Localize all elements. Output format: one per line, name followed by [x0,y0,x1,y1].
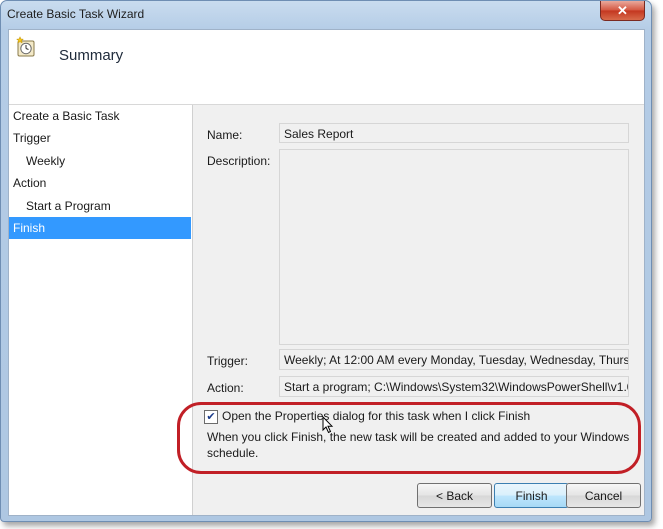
description-field[interactable] [279,149,629,345]
action-field[interactable]: Start a program; C:\Windows\System32\Win… [279,376,629,397]
wizard-header: Summary [9,30,644,105]
cancel-button[interactable]: Cancel [566,483,641,508]
checkmark-icon: ✔ [206,411,216,423]
page-title: Summary [59,47,124,64]
close-icon: ✕ [617,2,628,18]
nav-item-create-basic-task[interactable]: Create a Basic Task [9,105,191,127]
nav-item-action[interactable]: Action [9,172,191,194]
nav-item-weekly[interactable]: Weekly [9,150,191,172]
name-label: Name: [207,128,243,142]
name-field[interactable]: Sales Report [279,123,629,143]
title-bar[interactable]: Create Basic Task Wizard ✕ [1,1,651,27]
nav-item-finish[interactable]: Finish [9,217,191,239]
finish-button[interactable]: Finish [494,483,569,508]
mouse-cursor-icon [322,416,334,434]
close-button[interactable]: ✕ [600,1,645,21]
action-label: Action: [207,381,244,395]
nav-item-start-a-program[interactable]: Start a Program [9,195,191,217]
nav-item-trigger[interactable]: Trigger [9,127,191,149]
open-properties-checkbox[interactable]: ✔ [204,410,218,424]
wizard-client-area: Summary Create a Basic Task Trigger Week… [8,29,645,516]
back-button[interactable]: < Back [417,483,492,508]
open-properties-label[interactable]: Open the Properties dialog for this task… [222,409,530,423]
window-title: Create Basic Task Wizard [7,7,145,21]
finish-note: When you click Finish, the new task will… [207,430,630,460]
task-clock-icon [16,36,35,57]
description-label: Description: [207,154,271,168]
wizard-nav: Create a Basic Task Trigger Weekly Actio… [9,105,193,515]
wizard-window: Create Basic Task Wizard ✕ Summary Creat… [0,0,652,522]
trigger-field[interactable]: Weekly; At 12:00 AM every Monday, Tuesda… [279,349,629,370]
trigger-label: Trigger: [207,354,248,368]
